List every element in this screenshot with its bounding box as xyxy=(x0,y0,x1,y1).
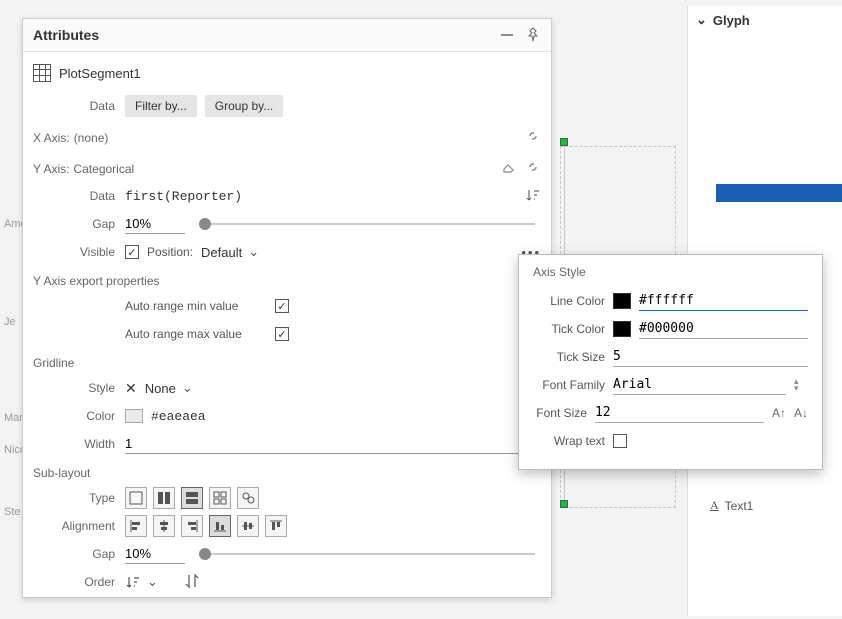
resize-handle-bottom[interactable] xyxy=(560,500,568,508)
gridline-style-icon: ✕ xyxy=(125,380,137,397)
y-axis-erase-icon[interactable] xyxy=(501,159,517,178)
y-axis-label: Y Axis: xyxy=(33,162,69,176)
y-gap-label: Gap xyxy=(33,217,125,231)
sublayout-order-label: Order xyxy=(33,575,125,589)
visible-label: Visible xyxy=(33,245,125,259)
sublayout-type-stack-x[interactable] xyxy=(153,487,175,509)
sublayout-type-grid[interactable] xyxy=(209,487,231,509)
y-data-label: Data xyxy=(33,189,125,203)
align-left[interactable] xyxy=(125,515,147,537)
line-color-input[interactable] xyxy=(639,291,808,311)
plot-segment-icon xyxy=(33,64,51,82)
gridline-heading: Gridline xyxy=(33,348,541,374)
gridline-color-label: Color xyxy=(33,409,125,423)
sublayout-type-overlap[interactable] xyxy=(125,487,147,509)
align-right[interactable] xyxy=(181,515,203,537)
glyph-text-mark[interactable]: A Text1 xyxy=(710,498,753,513)
filter-by-button[interactable]: Filter by... xyxy=(125,95,197,117)
auto-min-label: Auto range min value xyxy=(125,299,275,313)
gridline-width-label: Width xyxy=(33,437,125,451)
attributes-panel: Attributes PlotSegment1 Data Filter by..… xyxy=(22,18,552,598)
x-axis-value: (none) xyxy=(74,131,109,145)
font-family-input[interactable] xyxy=(613,375,786,395)
sort-icon[interactable] xyxy=(525,187,541,206)
pin-icon[interactable] xyxy=(525,27,541,43)
order-select[interactable] xyxy=(125,574,158,590)
visible-checkbox[interactable] xyxy=(125,245,139,259)
glyph-rect-mark[interactable] xyxy=(716,184,842,202)
y-axis-value: Categorical xyxy=(73,162,134,176)
data-label: Data xyxy=(33,99,125,113)
font-size-input[interactable] xyxy=(595,403,764,423)
sublayout-alignment-label: Alignment xyxy=(33,519,125,533)
align-bottom[interactable] xyxy=(209,515,231,537)
sublayout-heading: Sub-layout xyxy=(33,458,541,484)
panel-header: Attributes xyxy=(23,19,551,52)
text-icon: A xyxy=(710,498,719,513)
y-gap-slider[interactable] xyxy=(199,223,535,225)
y-gap-input[interactable] xyxy=(125,214,185,234)
sublayout-gap-label: Gap xyxy=(33,547,125,561)
align-top[interactable] xyxy=(265,515,287,537)
resize-handle-top[interactable] xyxy=(560,138,568,146)
sublayout-gap-slider[interactable] xyxy=(199,553,535,555)
auto-min-checkbox[interactable] xyxy=(275,299,289,313)
tick-size-input[interactable] xyxy=(613,347,808,367)
axis-style-title: Axis Style xyxy=(533,265,808,279)
gridline-style-label: Style xyxy=(33,381,125,395)
align-middle-y[interactable] xyxy=(237,515,259,537)
x-axis-bind-icon[interactable] xyxy=(525,128,541,147)
gridline-style-select[interactable]: None xyxy=(145,380,193,396)
panel-title: Attributes xyxy=(33,27,99,43)
sublayout-type-label: Type xyxy=(33,491,125,505)
bg-label: Ste xyxy=(4,506,21,518)
font-family-stepper[interactable]: ▴▾ xyxy=(794,378,808,392)
y-data-value[interactable]: first(Reporter) xyxy=(125,189,517,204)
y-export-heading: Y Axis export properties xyxy=(33,266,541,292)
bg-label: Je xyxy=(4,316,16,328)
bg-label: Mar xyxy=(4,412,23,424)
y-axis-bind-icon[interactable] xyxy=(525,159,541,178)
line-color-swatch[interactable] xyxy=(613,293,631,309)
align-center-x[interactable] xyxy=(153,515,175,537)
wrap-text-checkbox[interactable] xyxy=(613,434,627,448)
glyph-collapse-icon[interactable]: ⌄ xyxy=(696,12,707,28)
tick-color-input[interactable] xyxy=(639,319,808,339)
sublayout-type-stack-y[interactable] xyxy=(181,487,203,509)
font-size-increase-icon[interactable]: A↑ xyxy=(772,406,786,420)
selected-object-label: PlotSegment1 xyxy=(59,66,141,81)
auto-max-label: Auto range max value xyxy=(125,327,275,341)
sublayout-gap-input[interactable] xyxy=(125,544,185,564)
order-reverse-button[interactable] xyxy=(184,573,200,591)
sublayout-type-packing[interactable] xyxy=(237,487,259,509)
minimize-icon[interactable] xyxy=(499,27,515,43)
tick-size-label: Tick Size xyxy=(533,350,605,364)
position-select[interactable]: Default xyxy=(201,244,259,260)
position-label: Position: xyxy=(147,245,193,259)
tick-color-label: Tick Color xyxy=(533,322,605,336)
tick-color-swatch[interactable] xyxy=(613,321,631,337)
wrap-text-label: Wrap text xyxy=(533,434,605,448)
font-family-label: Font Family xyxy=(533,378,605,392)
line-color-label: Line Color xyxy=(533,294,605,308)
x-axis-label: X Axis: xyxy=(33,131,70,145)
selected-object[interactable]: PlotSegment1 xyxy=(33,60,541,92)
gridline-color-value[interactable]: #eaeaea xyxy=(151,409,206,424)
gridline-width-input[interactable] xyxy=(125,434,541,454)
font-size-label: Font Size xyxy=(533,406,587,420)
font-size-decrease-icon[interactable]: A↓ xyxy=(794,406,808,420)
auto-max-checkbox[interactable] xyxy=(275,327,289,341)
axis-style-popover: Axis Style Line Color Tick Color Tick Si… xyxy=(518,254,823,470)
gridline-color-swatch[interactable] xyxy=(125,409,143,423)
group-by-button[interactable]: Group by... xyxy=(205,95,283,117)
glyph-title: Glyph xyxy=(713,13,750,28)
